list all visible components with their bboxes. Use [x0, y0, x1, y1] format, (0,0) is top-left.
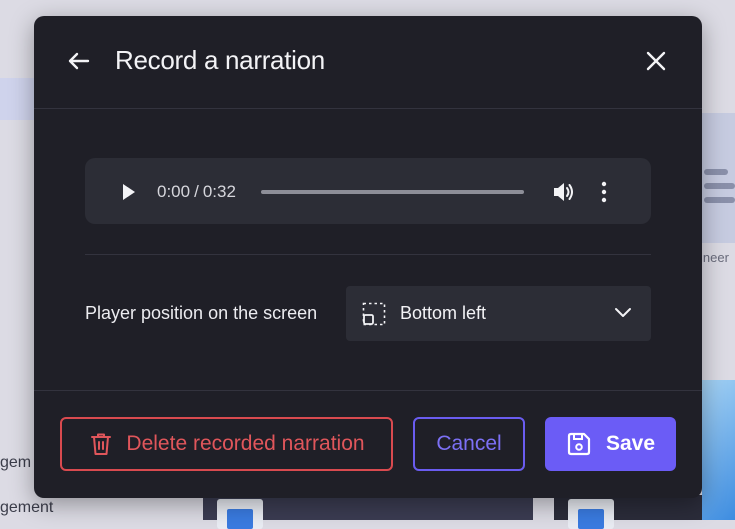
position-select[interactable]: Bottom left: [346, 286, 651, 341]
chevron-down-icon: [614, 306, 632, 318]
footer-divider: [34, 390, 702, 391]
dialog-title: Record a narration: [115, 45, 325, 75]
duration: 0:32: [202, 182, 236, 201]
record-narration-dialog: Record a narration 0:00/0:32 Player posi…: [34, 16, 702, 498]
bg-card-text: ineer: [700, 250, 729, 265]
delete-narration-button[interactable]: Delete recorded narration: [60, 417, 393, 471]
trash-icon: [91, 433, 112, 455]
bg-image: [702, 380, 735, 520]
volume-icon: [554, 183, 573, 201]
volume-button[interactable]: [552, 181, 576, 203]
progress-slider[interactable]: [261, 190, 524, 194]
bg-sidebar-text: gement: [0, 499, 54, 516]
arrow-left-icon: [68, 52, 90, 70]
audio-player: 0:00/0:32: [85, 158, 651, 224]
bg-card: [700, 113, 735, 243]
play-icon: [123, 184, 135, 200]
divider: [85, 254, 651, 255]
dialog-header: Record a narration: [34, 16, 702, 109]
current-time: 0:00: [157, 182, 191, 201]
bg-thumbnail-panel: [203, 495, 533, 529]
save-button-label: Save: [605, 432, 656, 455]
time-display: 0:00/0:32: [157, 182, 236, 202]
bg-sidebar-highlight: [0, 78, 36, 120]
save-button[interactable]: Save: [545, 417, 676, 471]
close-icon: [646, 51, 666, 71]
cancel-button-label: Cancel: [436, 432, 502, 455]
more-options-button[interactable]: [598, 180, 610, 204]
more-vertical-icon: [601, 181, 607, 203]
save-icon: [567, 432, 591, 456]
cancel-button[interactable]: Cancel: [413, 417, 525, 471]
play-button[interactable]: [121, 183, 137, 201]
bg-sidebar-text: gem: [0, 454, 32, 471]
position-label: Player position on the screen: [85, 303, 318, 323]
delete-button-label: Delete recorded narration: [126, 432, 365, 455]
position-bottom-left-icon: [362, 302, 386, 326]
bg-thumbnail-panel: [554, 495, 702, 529]
time-separator: /: [194, 182, 199, 201]
close-button[interactable]: [642, 47, 670, 75]
position-select-value: Bottom left: [400, 303, 487, 323]
back-button[interactable]: [64, 46, 94, 76]
